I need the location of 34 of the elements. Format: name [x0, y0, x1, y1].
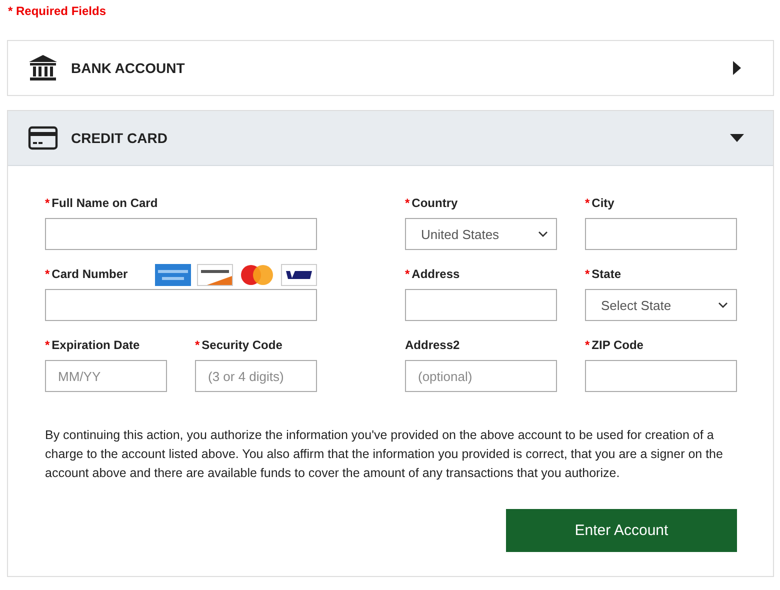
- accordion-header[interactable]: CREDIT CARD: [8, 111, 773, 166]
- field-label: * State: [585, 267, 622, 282]
- text-field[interactable]: [45, 218, 317, 250]
- text-field[interactable]: MM/YY: [45, 360, 167, 392]
- dropdown[interactable]: United States: [405, 218, 557, 250]
- text-field[interactable]: (3 or 4 digits): [195, 360, 317, 392]
- credit-card-icon: [28, 124, 58, 152]
- field-label: * Expiration Date: [45, 338, 140, 353]
- field-label: * Address: [405, 267, 461, 282]
- section-title: CREDIT CARD: [71, 130, 168, 146]
- field-label: * City: [585, 196, 616, 211]
- section-title: BANK ACCOUNT: [71, 60, 186, 76]
- field-label: * Card Number: [45, 267, 128, 282]
- bank-icon: [28, 54, 58, 82]
- text-field[interactable]: [405, 289, 557, 321]
- authorization-text: By continuing this action, you authorize the information you've provided on the above account to be used for creation of a charge to the account listed above. You also affirm that the information you provided is correct, that you are a signer on the account above and there are available funds to cover the amount of any transactions that you authorize.: [45, 427, 724, 482]
- card-logo-icon: [239, 264, 275, 286]
- text-field[interactable]: [585, 218, 737, 250]
- field-label: * Security Code: [195, 338, 282, 353]
- card-logo-icon: [281, 264, 317, 286]
- enter-account-button[interactable]: Enter Account: [506, 509, 737, 552]
- chevron-down-icon: [718, 302, 728, 308]
- card-logo-icon: [197, 264, 233, 286]
- text-field[interactable]: [585, 360, 737, 392]
- text-field[interactable]: [45, 289, 317, 321]
- chevron-down-icon: [538, 231, 548, 237]
- required-fields-note: * Required Fields: [7, 3, 108, 20]
- card-logo-icon: [155, 264, 191, 286]
- dropdown[interactable]: Select State: [585, 289, 737, 321]
- text-field[interactable]: (optional): [405, 360, 557, 392]
- field-label: * Full Name on Card: [45, 196, 158, 211]
- field-label: * Country: [405, 196, 459, 211]
- field-label: Address2: [405, 338, 461, 353]
- field-label: * ZIP Code: [585, 338, 644, 353]
